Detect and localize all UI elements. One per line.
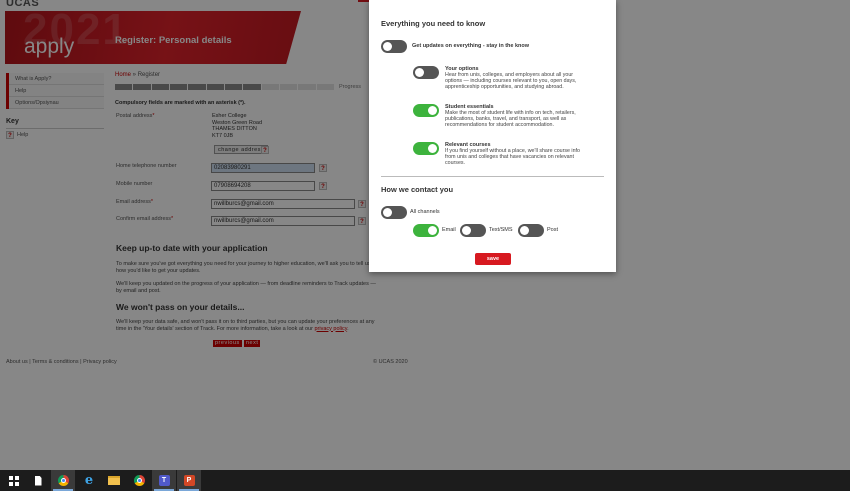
get-updates-label-text: Get updates on everything - stay in the … — [412, 43, 530, 49]
post-channel-toggle[interactable] — [518, 224, 544, 237]
all-channels-label: All channels — [410, 209, 440, 215]
preferences-modal: Everything you need to know Get updates … — [369, 0, 616, 272]
file-icon — [34, 475, 42, 486]
modal-divider — [381, 176, 604, 177]
all-channels-toggle[interactable] — [381, 206, 407, 219]
your-options-toggle[interactable] — [413, 66, 439, 79]
chrome-icon — [133, 475, 145, 486]
student-essentials-toggle[interactable] — [413, 104, 439, 117]
taskbar-file-explorer[interactable] — [102, 470, 126, 491]
relevant-courses-desc: If you find yourself without a place, we… — [445, 148, 580, 167]
email-channel-label: Email — [442, 227, 456, 233]
folder-icon — [108, 476, 120, 485]
get-updates-toggle[interactable] — [381, 40, 407, 53]
text-sms-channel-toggle[interactable] — [460, 224, 486, 237]
teams-icon: T — [158, 475, 170, 486]
taskbar-internet-explorer[interactable]: e — [77, 470, 101, 491]
taskbar-chrome-active[interactable] — [51, 470, 75, 491]
relevant-courses-toggle[interactable] — [413, 142, 439, 155]
windows-taskbar: e T P — [0, 470, 850, 491]
student-essentials-desc: Make the most of student life with info … — [445, 110, 576, 129]
internet-explorer-icon: e — [84, 473, 94, 488]
taskbar-chrome[interactable] — [127, 470, 151, 491]
windows-logo-icon — [9, 475, 19, 486]
email-channel-toggle[interactable] — [413, 224, 439, 237]
contact-title: How we contact you — [381, 185, 454, 194]
your-options-desc: Hear from unis, colleges, and employers … — [445, 72, 577, 91]
powerpoint-icon: P — [183, 475, 195, 486]
taskbar-file-app[interactable] — [26, 470, 50, 491]
taskbar-teams[interactable]: T — [152, 470, 176, 491]
taskbar-powerpoint[interactable]: P — [177, 470, 201, 491]
get-updates-label: Get updates on everything - stay in the … — [412, 43, 529, 49]
post-channel-label: Post — [547, 227, 559, 233]
start-button[interactable] — [2, 470, 26, 491]
chrome-icon — [57, 475, 69, 486]
text-sms-channel-label: Text/SMS — [489, 227, 513, 233]
save-button[interactable]: save — [475, 253, 511, 265]
modal-title: Everything you need to know — [381, 19, 486, 28]
